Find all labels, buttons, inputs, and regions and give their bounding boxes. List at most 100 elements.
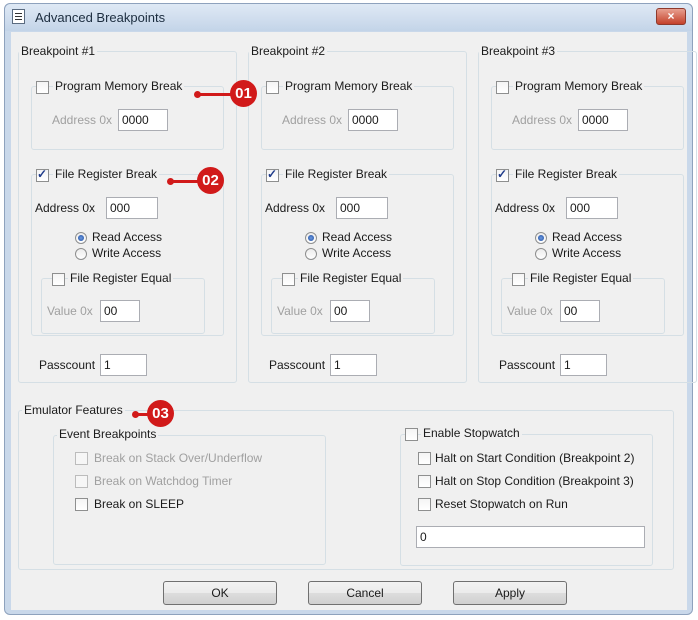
read-access-radio[interactable] — [535, 232, 547, 244]
breakpoint-legend: Breakpoint #3 — [479, 44, 558, 58]
enable-stopwatch-label: Enable Stopwatch — [421, 426, 522, 440]
passcount-field[interactable]: 1 — [560, 354, 607, 376]
file-register-equal-group: File Register Equal Value 0x 00 — [501, 271, 665, 334]
reset-stopwatch-label: Reset Stopwatch on Run — [435, 497, 568, 511]
program-memory-break-checkbox[interactable] — [496, 81, 509, 94]
fr-address-field[interactable]: 000 — [106, 197, 158, 219]
watchdog-checkbox[interactable] — [75, 475, 88, 488]
write-access-label: Write Access — [552, 246, 622, 260]
read-access-radio[interactable] — [75, 232, 87, 244]
event-breakpoints-legend: Event Breakpoints — [57, 427, 159, 441]
program-memory-break-label: Program Memory Break — [513, 79, 645, 93]
passcount-field[interactable]: 1 — [330, 354, 377, 376]
halt-start-label: Halt on Start Condition (Breakpoint 2) — [435, 451, 635, 465]
stopwatch-group: Enable Stopwatch Halt on Start Condition… — [400, 426, 653, 566]
file-register-group: File Register Break Address 0x 000 Read … — [261, 167, 454, 336]
window-title: Advanced Breakpoints — [35, 10, 166, 25]
file-register-equal-label: File Register Equal — [298, 271, 404, 285]
halt-stop-checkbox[interactable] — [418, 475, 431, 488]
value-field[interactable]: 00 — [330, 300, 370, 322]
marker-01-badge: 01 — [230, 80, 257, 107]
emulator-features-group: Emulator Features Event Breakpoints Brea… — [18, 403, 674, 570]
write-access-radio[interactable] — [75, 248, 87, 260]
pm-address-field[interactable]: 0000 — [578, 109, 628, 131]
dialog-body: Breakpoint #1 Program Memory Break Addre… — [11, 32, 697, 610]
file-register-break-checkbox[interactable] — [36, 167, 49, 182]
program-memory-break-label: Program Memory Break — [283, 79, 415, 93]
file-register-break-checkbox[interactable] — [496, 167, 509, 182]
fr-address-label: Address 0x — [495, 201, 556, 215]
breakpoint-legend: Breakpoint #2 — [249, 44, 328, 58]
halt-stop-label: Halt on Stop Condition (Breakpoint 3) — [435, 474, 634, 488]
fr-address-field[interactable]: 000 — [336, 197, 388, 219]
passcount-field[interactable]: 1 — [100, 354, 147, 376]
file-register-break-label: File Register Break — [513, 167, 620, 181]
watchdog-label: Break on Watchdog Timer — [94, 474, 233, 488]
ok-button[interactable]: OK — [163, 581, 277, 605]
file-register-equal-label: File Register Equal — [528, 271, 634, 285]
write-access-label: Write Access — [322, 246, 392, 260]
dialog-window: Advanced Breakpoints × Breakpoint #1 Pro… — [4, 3, 697, 615]
enable-stopwatch-checkbox[interactable] — [405, 428, 418, 441]
value-field[interactable]: 00 — [560, 300, 600, 322]
event-breakpoints-group: Event Breakpoints Break on Stack Over/Un… — [53, 427, 326, 565]
apply-button[interactable]: Apply — [453, 581, 567, 605]
pm-address-field[interactable]: 0000 — [118, 109, 168, 131]
fr-address-label: Address 0x — [35, 201, 96, 215]
file-register-group: File Register Break Address 0x 000 Read … — [491, 167, 684, 336]
sleep-checkbox[interactable] — [75, 498, 88, 511]
marker-02-line — [170, 180, 200, 183]
breakpoint-group: Breakpoint #1 Program Memory Break Addre… — [18, 44, 237, 383]
document-icon — [12, 9, 25, 24]
read-access-label: Read Access — [92, 230, 163, 244]
pm-address-label: Address 0x — [512, 113, 573, 127]
file-register-break-label: File Register Break — [283, 167, 390, 181]
read-access-radio[interactable] — [305, 232, 317, 244]
program-memory-group: Program Memory Break Address 0x 0000 — [491, 79, 684, 150]
title-bar: Advanced Breakpoints × — [5, 4, 692, 31]
pm-address-label: Address 0x — [282, 113, 343, 127]
value-field[interactable]: 00 — [100, 300, 140, 322]
program-memory-break-label: Program Memory Break — [53, 79, 185, 93]
write-access-radio[interactable] — [535, 248, 547, 260]
write-access-radio[interactable] — [305, 248, 317, 260]
close-button[interactable]: × — [656, 8, 686, 25]
marker-03-badge: 03 — [147, 400, 174, 427]
read-access-label: Read Access — [322, 230, 393, 244]
file-register-equal-checkbox[interactable] — [52, 273, 65, 286]
pm-address-label: Address 0x — [52, 113, 113, 127]
stopwatch-value-field[interactable]: 0 — [416, 526, 645, 548]
program-memory-group: Program Memory Break Address 0x 0000 — [261, 79, 454, 150]
program-memory-break-checkbox[interactable] — [36, 81, 49, 94]
fr-address-label: Address 0x — [265, 201, 326, 215]
read-access-label: Read Access — [552, 230, 623, 244]
passcount-label: Passcount — [499, 358, 556, 372]
program-memory-break-checkbox[interactable] — [266, 81, 279, 94]
marker-02-badge: 02 — [197, 167, 224, 194]
value-label: Value 0x — [277, 304, 323, 318]
sleep-label: Break on SLEEP — [94, 497, 185, 511]
breakpoint-group: Breakpoint #3 Program Memory Break Addre… — [478, 44, 697, 383]
file-register-equal-group: File Register Equal Value 0x 00 — [271, 271, 435, 334]
file-register-equal-group: File Register Equal Value 0x 00 — [41, 271, 205, 334]
pm-address-field[interactable]: 0000 — [348, 109, 398, 131]
stack-overflow-label: Break on Stack Over/Underflow — [94, 451, 263, 465]
value-label: Value 0x — [507, 304, 553, 318]
file-register-equal-checkbox[interactable] — [282, 273, 295, 286]
stack-overflow-checkbox[interactable] — [75, 452, 88, 465]
value-label: Value 0x — [47, 304, 93, 318]
breakpoint-group: Breakpoint #2 Program Memory Break Addre… — [248, 44, 467, 383]
reset-stopwatch-checkbox[interactable] — [418, 498, 431, 511]
file-register-break-checkbox[interactable] — [266, 167, 279, 182]
write-access-label: Write Access — [92, 246, 162, 260]
fr-address-field[interactable]: 000 — [566, 197, 618, 219]
file-register-break-label: File Register Break — [53, 167, 160, 181]
passcount-label: Passcount — [39, 358, 96, 372]
breakpoint-legend: Breakpoint #1 — [19, 44, 98, 58]
cancel-button[interactable]: Cancel — [308, 581, 422, 605]
emulator-features-legend: Emulator Features — [22, 403, 125, 417]
passcount-label: Passcount — [269, 358, 326, 372]
halt-start-checkbox[interactable] — [418, 452, 431, 465]
file-register-equal-checkbox[interactable] — [512, 273, 525, 286]
file-register-equal-label: File Register Equal — [68, 271, 174, 285]
